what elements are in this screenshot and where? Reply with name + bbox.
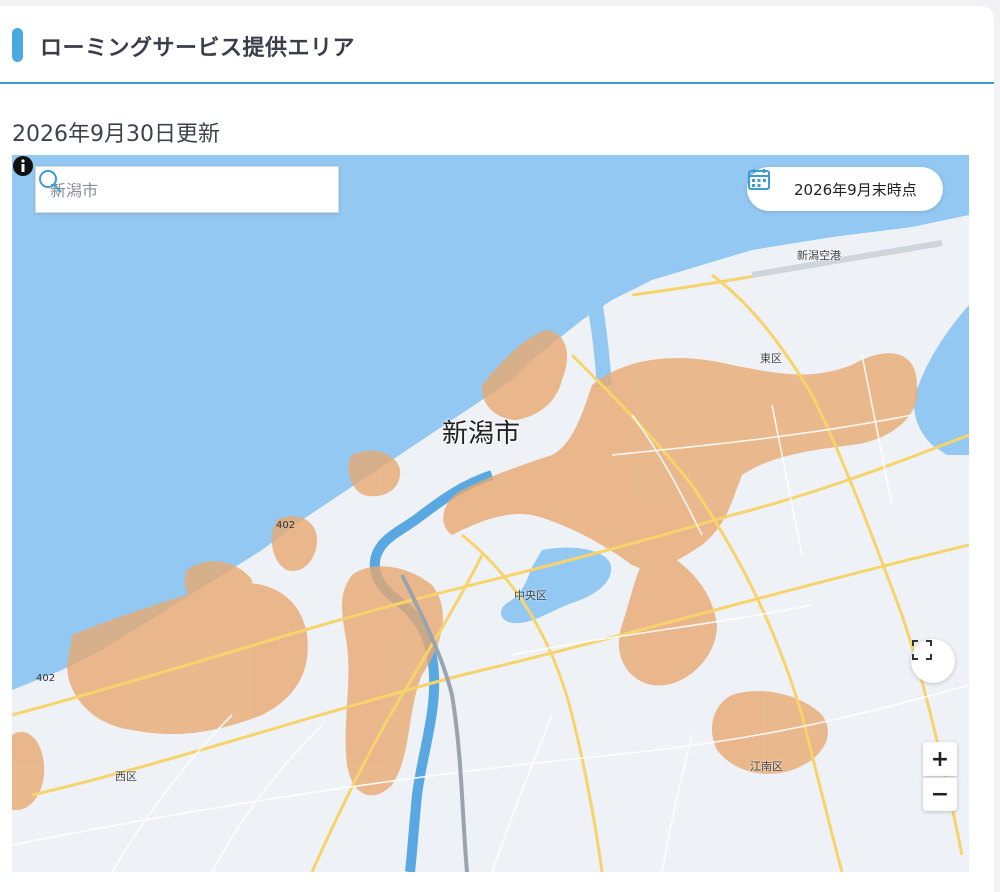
info-icon[interactable] bbox=[12, 155, 34, 177]
fullscreen-icon bbox=[912, 640, 932, 660]
accent-bar bbox=[12, 28, 23, 62]
ward-central-label: 中央区 bbox=[514, 589, 547, 602]
airport-runway bbox=[751, 240, 943, 278]
coverage-map[interactable]: 新潟市 新潟空港 東区 中央区 西区 江南区 402 402 新潟市 2026年… bbox=[12, 155, 969, 872]
calendar-icon bbox=[748, 169, 770, 190]
search-icon[interactable] bbox=[36, 167, 64, 195]
east-river bbox=[914, 305, 969, 455]
route-402-label: 402 bbox=[276, 520, 296, 531]
section-header: ローミングサービス提供エリア bbox=[0, 6, 994, 84]
coverage-area-southeast bbox=[618, 545, 717, 686]
updated-date: 2026年9月30日更新 bbox=[12, 122, 220, 147]
zoom-out-button[interactable]: − bbox=[923, 777, 957, 811]
city-label: 新潟市 bbox=[442, 419, 521, 449]
airport-label: 新潟空港 bbox=[797, 249, 841, 262]
map-search bbox=[35, 166, 339, 213]
search-input[interactable] bbox=[50, 179, 280, 201]
section-title: ローミングサービス提供エリア bbox=[40, 36, 356, 61]
route-402-label: 402 bbox=[36, 673, 56, 684]
date-badge: 2026年9月末時点 bbox=[747, 167, 943, 211]
fullscreen-button[interactable] bbox=[911, 639, 955, 683]
roaming-area-card: ローミングサービス提供エリア 2026年9月30日更新 新潟市 新潟空港 東区 … bbox=[0, 6, 994, 892]
lake bbox=[500, 547, 612, 624]
ward-konan-label: 江南区 bbox=[750, 760, 783, 773]
ward-west-label: 西区 bbox=[115, 770, 137, 783]
date-badge-text: 2026年9月末時点 bbox=[794, 181, 917, 199]
coverage-area-edge bbox=[12, 731, 45, 810]
zoom-in-button[interactable]: + bbox=[923, 742, 957, 776]
ward-east-label: 東区 bbox=[760, 352, 782, 365]
